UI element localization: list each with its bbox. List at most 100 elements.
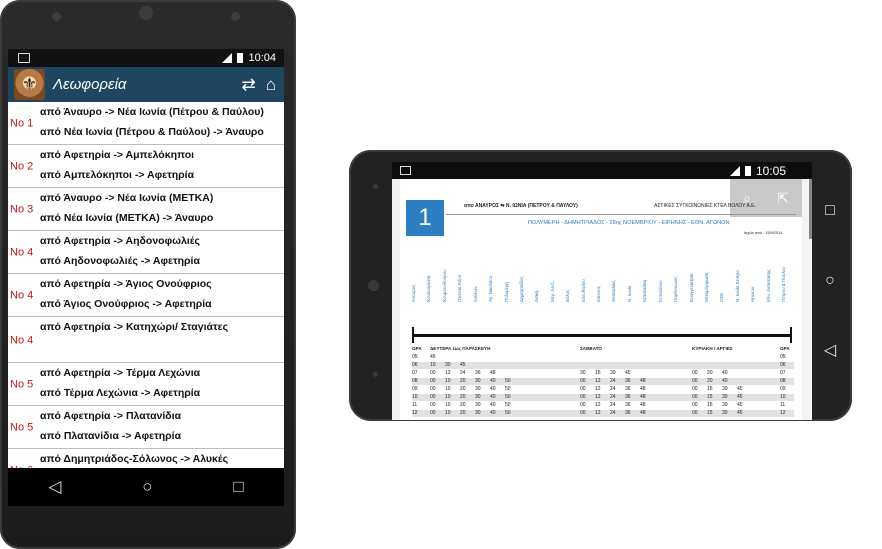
stop-label: Ευπαλίνου (657, 280, 663, 302)
stop-label: Ελευθερίου (580, 279, 586, 302)
saturday-minute: 00 (580, 378, 586, 384)
route-direction-2[interactable]: από Νέα Ιωνία (ΜΕΤΚΑ) -> Άναυρο (40, 212, 213, 224)
route-item[interactable]: No 1 από Άναυρο -> Νέα Ιωνία (Πέτρου & Πα… (8, 102, 284, 145)
hour-cell: 08 (780, 378, 786, 384)
weekday-minute: 20 (460, 378, 466, 384)
saturday-minute: 36 (625, 402, 631, 408)
hour-cell: 06 (780, 362, 786, 368)
landscape-screen: 10:05 ⌕ ⇱ 1 απο ΑΝΑΥΡΟΣ ⇆ Ν. ΙΩΝΙΑ (ΠΕΤΡ… (392, 162, 812, 420)
status-time: 10:04 (248, 52, 276, 64)
open-external-icon[interactable]: ⇱ (777, 190, 789, 207)
sunday-minute: 20 (707, 378, 713, 384)
route-number: No 4 (10, 246, 34, 259)
hour-cell: 07 (780, 370, 786, 376)
route-item[interactable]: No 3 από Άναυρο -> Νέα Ιωνία (ΜΕΤΚΑ) από Ν… (8, 188, 284, 231)
recents-button[interactable]: □ (233, 477, 243, 497)
col-hour-right: ΩΡΑ (780, 346, 790, 351)
landscape-phone: 10:05 ⌕ ⇱ 1 απο ΑΝΑΥΡΟΣ ⇆ Ν. ΙΩΝΙΑ (ΠΕΤΡ… (349, 150, 852, 421)
home-icon[interactable]: ⌂ (266, 75, 276, 95)
saturday-minute: 30 (580, 370, 586, 376)
notification-icon (18, 53, 30, 63)
saturday-minute: 48 (640, 410, 646, 416)
stop-label: ΟΣΕ (719, 292, 725, 302)
weekday-minute: 10 (445, 386, 451, 392)
signal-icon (222, 53, 233, 63)
recents-button[interactable]: □ (815, 202, 845, 220)
weekday-minute: 30 (475, 386, 481, 392)
route-direction-1[interactable]: από Αφετηρία -> Κατηχώρι/ Σταγιάτες (40, 321, 228, 333)
route-direction-2[interactable]: από Τέρμα Λεχώνια -> Αφετηρία (40, 387, 200, 399)
route-direction-1[interactable]: από Αφετηρία -> Αμπελόκηποι (40, 149, 194, 161)
route-direction-1[interactable]: από Άναυρο -> Νέα Ιωνία (ΜΕΤΚΑ) (40, 192, 213, 204)
route-direction-2[interactable]: από Νέα Ιωνία (Πέτρου & Παύλου) -> Άναυρ… (40, 126, 264, 138)
saturday-minute: 24 (610, 402, 616, 408)
route-direction-2[interactable]: από Αμπελόκηποι -> Αφετηρία (40, 169, 194, 181)
route-item[interactable]: No 6από Δημητριάδος-Σόλωνος -> Αλυκέςαπό… (8, 449, 284, 468)
route-direction-1[interactable]: από Αφετηρία -> Τέρμα Λεχώνια (40, 367, 200, 379)
weekday-minute: 20 (460, 386, 466, 392)
saturday-minute: 36 (625, 394, 631, 400)
route-direction-1[interactable]: από Αφετηρία -> Πλατανίδια (40, 410, 181, 422)
col-hour-left: ΩΡΑ (412, 346, 422, 351)
route-item[interactable]: No 4 από Αφετηρία -> Αηδονοφωλιές από Αηδο… (8, 231, 284, 274)
route-direction-2[interactable]: από Αηδονοφωλιές -> Αφετηρία (40, 255, 200, 267)
scrollbar[interactable] (809, 179, 812, 239)
header-divider (446, 214, 796, 215)
swap-icon[interactable]: ⇄ (241, 75, 255, 95)
route-direction-2[interactable]: από Πλατανίδια -> Αφετηρία (40, 430, 181, 442)
saturday-minute: 00 (580, 386, 586, 392)
home-button[interactable]: ○ (142, 477, 152, 497)
sunday-minute: 20 (707, 370, 713, 376)
stop-label: Πέτρου & Παύλου (781, 266, 786, 302)
stop-label: Ευαγγελίστρια (688, 273, 694, 302)
timetable-document[interactable]: ⌕ ⇱ 1 απο ΑΝΑΥΡΟΣ ⇆ Ν. ΙΩΝΙΑ (ΠΕΤΡΟΥ & Π… (400, 179, 802, 420)
weekday-minute: 30 (475, 378, 481, 384)
route-direction-1[interactable]: από Αφετηρία -> Άγιος Ονούφριος (40, 278, 212, 290)
route-direction-1[interactable]: από Αφετηρία -> Αηδονοφωλιές (40, 235, 200, 247)
weekday-minute: 00 (430, 370, 436, 376)
route-list: No 1 από Άναυρο -> Νέα Ιωνία (Πέτρου & Πα… (8, 102, 284, 468)
saturday-minute: 48 (640, 378, 646, 384)
route-number: No 3 (10, 203, 34, 216)
weekday-minute: 10 (430, 362, 436, 368)
saturday-minute: 12 (595, 410, 601, 416)
sensor-dot (231, 12, 240, 21)
app-logo: ⚜ (14, 69, 45, 100)
route-direction-2[interactable]: από Άγιος Ονούφριος -> Αφετηρία (40, 298, 212, 310)
route-item[interactable]: No 2 από Αφετηρία -> Αμπελόκηποι από Αμπελ… (8, 145, 284, 188)
hour-cell: 12 (780, 410, 786, 416)
weekday-minute: 00 (430, 378, 436, 384)
stop-label: Ν. Ιωνία (626, 285, 632, 302)
stop-label: Κουμουνδούρου (441, 269, 447, 302)
route-item[interactable]: No 4 από Αφετηρία -> Άγιος Ονούφριος από Ά… (8, 274, 284, 317)
col-saturday: ΣΑΒΒΑΤΟ (580, 346, 602, 351)
route-item[interactable]: No 4 από Αφετηρία -> Κατηχώρι/ Σταγιάτες (8, 317, 284, 363)
hour-cell: 07 (412, 370, 418, 376)
saturday-minute: 45 (625, 370, 631, 376)
hour-cell: 11 (780, 402, 786, 408)
saturday-minute: 00 (580, 410, 586, 416)
saturday-minute: 12 (595, 394, 601, 400)
back-button[interactable]: ◁ (815, 340, 845, 360)
back-button[interactable]: ◁ (48, 477, 61, 497)
saturday-minute: 48 (640, 402, 646, 408)
route-item[interactable]: No 5 από Αφετηρία -> Πλατανίδια από Πλαταν… (8, 406, 284, 449)
weekday-minute: 00 (430, 410, 436, 416)
portrait-phone: 10:04 ⚜ Λεωφορεία ⇄ ⌂ No 1 από Άναυρο -> … (0, 0, 296, 549)
sunday-minute: 30 (722, 410, 728, 416)
route-direction-1[interactable]: από Άναυρο -> Νέα Ιωνία (Πέτρου & Παύλου… (40, 106, 264, 118)
front-camera (368, 280, 379, 291)
route-direction-1[interactable]: από Δημητριάδος-Σόλωνος -> Αλυκές (40, 453, 228, 465)
weekday-minute: 00 (430, 402, 436, 408)
hour-cell: 11 (412, 402, 418, 408)
home-button[interactable]: ○ (815, 272, 845, 290)
hour-cell: 10 (780, 394, 786, 400)
weekday-minute: 50 (505, 394, 511, 400)
sunday-minute: 15 (707, 410, 713, 416)
sunday-minute: 00 (692, 378, 698, 384)
stop-label: Ανθέων (472, 286, 478, 302)
sunday-minute: 40 (722, 370, 728, 376)
route-number-box: 1 (406, 200, 444, 236)
table-row: 08 00 10 20 30 40 50 00 12 24 36 48 00 20 40 08 (412, 378, 794, 385)
route-item[interactable]: No 5 από Αφετηρία -> Τέρμα Λεχώνια από Τέρ… (8, 363, 284, 406)
